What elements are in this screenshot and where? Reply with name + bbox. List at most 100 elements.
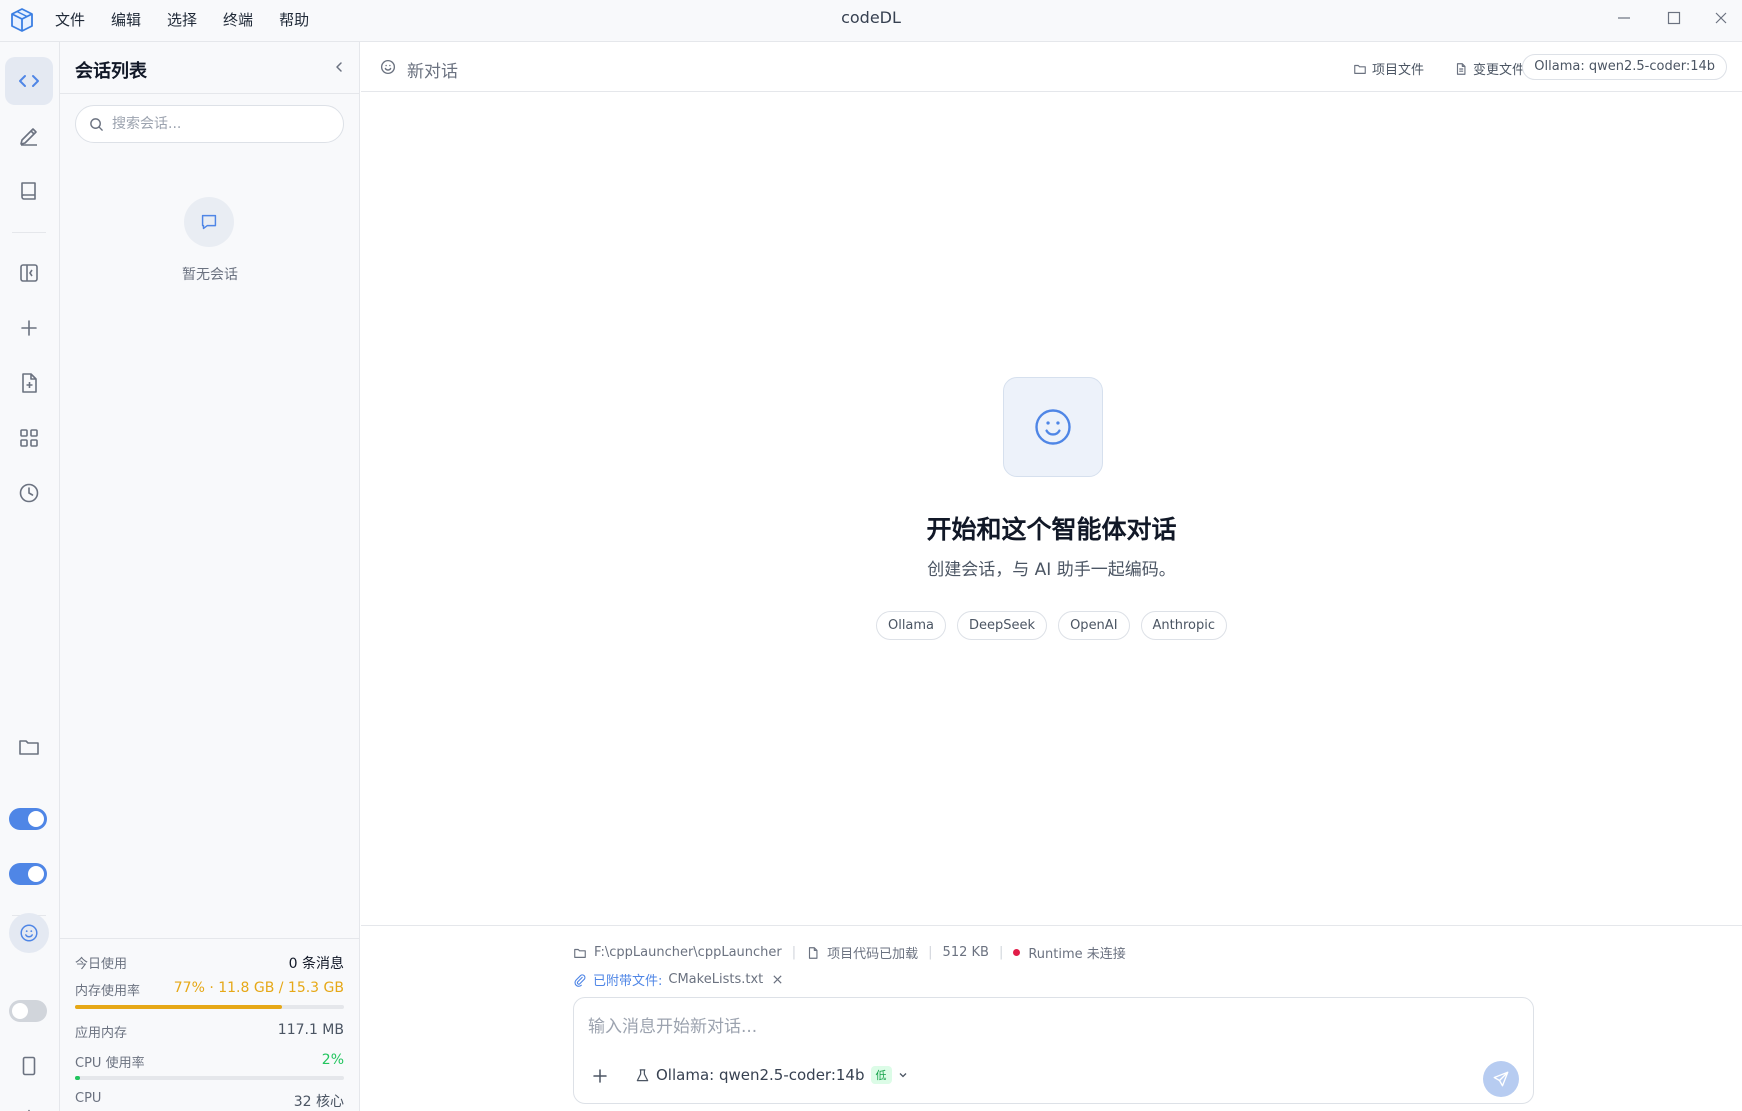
stat-cpu-label: CPU [75, 1091, 102, 1106]
send-button[interactable] [1483, 1061, 1519, 1097]
empty-state-icon-wrap [184, 197, 234, 247]
conversation-title: 新对话 [407, 62, 458, 82]
attach-plus-icon[interactable] [592, 1068, 608, 1084]
rail-panel-button[interactable] [5, 249, 53, 297]
close-window-button[interactable] [1694, 0, 1742, 36]
runtime-status-dot [1013, 949, 1021, 956]
sun-settings-icon [28, 1109, 30, 1111]
smiley-icon [1035, 409, 1071, 445]
chevron-down-icon [899, 1073, 906, 1078]
composer-area: F:\cppLauncher\cppLauncher | 项目代码已加载 | 5… [361, 925, 1742, 1111]
rail-toggle-1[interactable] [9, 808, 47, 830]
message-input[interactable] [588, 1012, 1508, 1042]
rail-edit-button[interactable] [5, 112, 53, 160]
file-icon [809, 946, 818, 959]
file-icon [1456, 62, 1466, 75]
menu-help[interactable]: 帮助 [279, 9, 309, 30]
folder-icon [574, 948, 586, 958]
model-selector[interactable]: Ollama: qwen2.5-coder:14b 低 [635, 1066, 908, 1084]
provider-chip-deepseek[interactable]: DeepSeek [957, 611, 1048, 640]
rail-agent-button[interactable] [5, 909, 53, 957]
divider: | [928, 945, 933, 960]
file-plus-icon [22, 373, 37, 393]
project-path: F:\cppLauncher\cppLauncher [594, 945, 782, 960]
rail-folder-button[interactable] [5, 723, 53, 771]
changed-files-button[interactable]: 变更文件 [1454, 59, 1525, 78]
smiley-icon [20, 924, 38, 942]
cpu-bar [75, 1076, 344, 1080]
stat-today-label: 今日使用 [75, 957, 128, 972]
menu-edit[interactable]: 编辑 [111, 9, 141, 30]
menu-file[interactable]: 文件 [55, 9, 85, 30]
conversation-sidebar: 会话列表 暂无会话 今日使用 0 条消息 内存使用率 77% · 11.8 GB… [60, 42, 360, 1111]
rail-history-button[interactable] [5, 469, 53, 517]
stat-memory-label: 内存使用率 [75, 984, 141, 999]
rail-toggle-2[interactable] [9, 863, 47, 885]
attached-file-line: 已附带文件: CMakeLists.txt [573, 970, 783, 989]
project-size: 512 KB [942, 945, 989, 960]
close-icon [1715, 12, 1727, 24]
stat-today-value: 0 条消息 [288, 956, 344, 972]
activity-rail [0, 42, 60, 1111]
project-files-label: 项目文件 [1372, 63, 1425, 78]
rail-apps-button[interactable] [5, 414, 53, 462]
agent-avatar [9, 913, 49, 953]
cpu-bar-fill [75, 1076, 81, 1080]
changed-files-label: 变更文件 [1473, 63, 1526, 78]
rail-device-button[interactable] [5, 1042, 53, 1090]
stat-cpu-usage-value: 2% [321, 1052, 344, 1068]
rail-book-button[interactable] [5, 167, 53, 215]
provider-chip-ollama[interactable]: Ollama [875, 611, 947, 640]
app-logo-icon [11, 8, 33, 32]
code-icon [19, 75, 39, 87]
selected-model: Ollama: qwen2.5-coder:14b [656, 1066, 865, 1084]
usage-stats: 今日使用 0 条消息 内存使用率 77% · 11.8 GB / 15.3 GB… [60, 938, 360, 1111]
minimize-button[interactable] [1597, 0, 1651, 36]
search-input[interactable] [112, 106, 332, 142]
folder-icon [1354, 64, 1366, 74]
flask-icon [636, 1068, 649, 1081]
stat-app-memory-label: 应用内存 [75, 1026, 128, 1041]
message-input-box: Ollama: qwen2.5-coder:14b 低 [573, 997, 1534, 1104]
attached-label: 已附带文件: [593, 974, 663, 989]
send-icon [1493, 1071, 1509, 1087]
remove-attachment-icon[interactable] [772, 974, 783, 985]
maximize-button[interactable] [1647, 0, 1701, 36]
menu-terminal[interactable]: 终端 [223, 9, 253, 30]
pencil-icon [20, 128, 37, 146]
rail-code-button[interactable] [5, 57, 53, 105]
memory-bar-fill [75, 1005, 283, 1009]
rail-settings-button[interactable] [5, 1095, 53, 1111]
search-icon [90, 118, 103, 131]
provider-chips: Ollama DeepSeek OpenAI Anthropic [361, 611, 1742, 640]
title-bar: 文件 编辑 选择 终端 帮助 codeDL [0, 0, 1742, 42]
stat-app-memory-value: 117.1 MB [277, 1022, 344, 1038]
smiley-icon [380, 59, 396, 75]
model-badge: 低 [870, 1066, 892, 1084]
stat-app-memory: 应用内存 117.1 MB [75, 1022, 344, 1042]
provider-chip-openai[interactable]: OpenAI [1058, 611, 1130, 640]
code-load-status: 项目代码已加载 [827, 947, 919, 962]
stat-memory-value: 77% · 11.8 GB / 15.3 GB [173, 980, 344, 996]
sidebar-panel-icon [20, 264, 38, 282]
maximize-icon [1667, 11, 1681, 25]
message-icon [201, 214, 217, 230]
model-pill[interactable]: Ollama: qwen2.5-coder:14b [1522, 54, 1727, 80]
paperclip-icon [574, 973, 586, 987]
rail-new-button[interactable] [5, 304, 53, 352]
stat-today: 今日使用 0 条消息 [75, 953, 344, 973]
provider-chip-anthropic[interactable]: Anthropic [1140, 611, 1228, 640]
conversation-topbar: 新对话 项目文件 变更文件 Ollama: qwen2.5-coder:14b [361, 42, 1742, 92]
menu-select[interactable]: 选择 [167, 9, 197, 30]
conversation-search[interactable] [75, 105, 344, 143]
stat-cpu-value: 32 核心 [293, 1094, 344, 1110]
stat-cpu-usage-label: CPU 使用率 [75, 1056, 145, 1071]
stat-cpu-usage: CPU 使用率 2% [75, 1052, 344, 1072]
rail-toggle-3[interactable] [9, 1000, 47, 1022]
sidebar-title: 会话列表 [75, 61, 147, 82]
clock-icon [19, 483, 39, 503]
collapse-sidebar-icon[interactable] [332, 60, 346, 74]
rail-new-file-button[interactable] [5, 359, 53, 407]
project-files-button[interactable]: 项目文件 [1353, 59, 1424, 78]
project-info-line: F:\cppLauncher\cppLauncher | 项目代码已加载 | 5… [573, 943, 1126, 962]
